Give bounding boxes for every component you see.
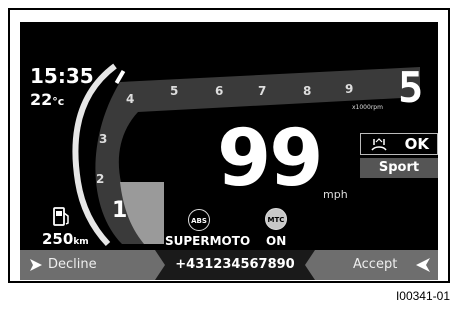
fuel-pump-icon [53,207,69,226]
riding-mode-box: Sport [360,158,438,178]
fuel-range-unit: km [73,237,89,247]
gear-low-marker: 1 [112,198,128,223]
abs-indicator-icon: ABS [188,209,210,231]
figure-id: I00341-01 [395,289,450,303]
mtc-state: ON [266,234,287,248]
rpm-tick-6: 6 [215,84,224,98]
temperature-value: 22 [30,90,53,109]
temperature: 22°c [30,90,64,109]
riding-mode-label: Sport [378,160,420,175]
decline-arrow-icon [30,259,42,271]
clock: 15:35 [30,64,94,88]
rpm-tick-9: 9 [345,82,354,96]
status-ok-label: OK [404,135,429,153]
dashboard-screen: 15:35 22°c 2 3 4 5 6 7 8 9 x1000rpm 5 1 … [20,22,438,280]
caller-number: +431234567890 [175,257,295,272]
rpm-tick-5: 5 [170,84,179,98]
gear-indicator: 5 [398,63,424,112]
tire-pressure-icon [371,138,387,151]
rpm-tick-2: 2 [96,172,105,186]
status-ok-box: OK [360,133,438,155]
mtc-indicator-icon: MTC [265,208,287,230]
speed-value: 99 [217,114,324,204]
riding-mode-name: SUPERMOTO [165,234,251,248]
rpm-tick-8: 8 [303,84,312,98]
rpm-unit: x1000rpm [352,104,383,111]
temperature-unit: °c [52,95,65,108]
fuel-range-value: 250 [42,230,74,248]
fuel-range: 250km [42,230,89,248]
rpm-tick-7: 7 [258,84,267,98]
accept-arrow-icon [416,258,430,272]
speed-unit: mph [323,188,348,201]
rpm-tick-4: 4 [126,92,135,106]
accept-label: Accept [353,257,398,272]
decline-label: Decline [48,257,97,272]
rpm-tick-3: 3 [99,132,108,146]
